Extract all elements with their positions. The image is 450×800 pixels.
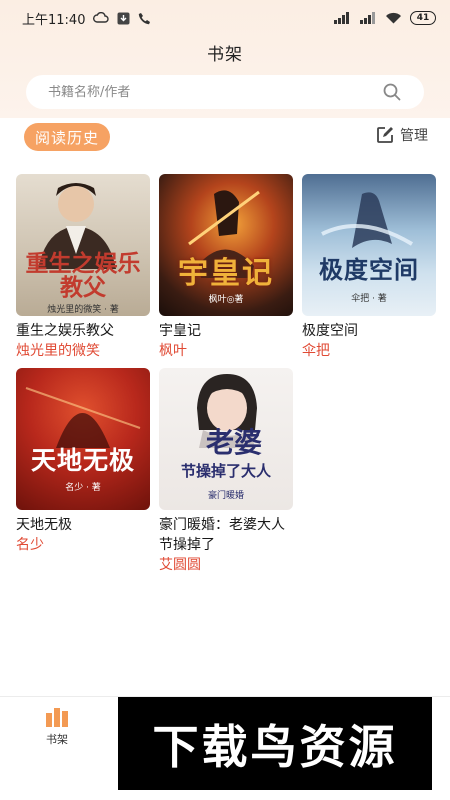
status-time: 上午11:40 xyxy=(22,12,86,28)
search-bar[interactable] xyxy=(26,75,424,109)
book-cover[interactable]: 重生之娱乐教父 烛光里的微笑 · 著 xyxy=(16,174,150,316)
wifi-icon xyxy=(385,12,402,24)
book-author: 伞把 xyxy=(302,343,330,359)
bookshelf-icon xyxy=(45,707,69,727)
book-item[interactable]: 重生之娱乐教父 烛光里的微笑 · 著 重生之娱乐教父 烛光里的微笑 xyxy=(16,174,150,361)
cover-author: 名少 · 著 xyxy=(65,483,101,493)
book-item[interactable]: 老婆 节操掉了大人 豪门暖婚 豪门暖婚：老婆大人节操掉了 艾圆圆 xyxy=(159,368,293,575)
book-cover[interactable]: 极度空间 伞把 · 著 xyxy=(302,174,436,316)
book-item[interactable]: 宇皇记 枫叶◎著 宇皇记 枫叶 xyxy=(159,174,293,361)
call-icon xyxy=(138,12,151,25)
reading-history-button[interactable]: 阅读历史 xyxy=(24,123,111,151)
watermark-banner: 下载鸟资源 xyxy=(118,697,432,790)
manage-label: 管理 xyxy=(400,128,428,144)
cover-author: 烛光里的微笑 · 著 xyxy=(47,305,119,315)
search-input[interactable] xyxy=(48,84,368,100)
book-title: 天地无极 xyxy=(16,517,72,533)
book-author: 枫叶 xyxy=(159,343,187,359)
cover-author: 枫叶◎著 xyxy=(208,295,244,305)
book-author: 艾圆圆 xyxy=(159,557,201,573)
cover-author: 伞把 · 著 xyxy=(351,294,387,304)
book-title: 豪门暖婚：老婆大人节操掉了 xyxy=(159,517,285,553)
book-title: 极度空间 xyxy=(302,323,358,339)
book-author: 烛光里的微笑 xyxy=(16,343,100,359)
nav-tab-bookshelf[interactable]: 书架 xyxy=(30,707,84,747)
book-title: 宇皇记 xyxy=(159,323,201,339)
page-title: 书架 xyxy=(207,45,243,65)
edit-icon xyxy=(376,126,394,144)
status-bar: 上午11:40 41 xyxy=(0,0,450,36)
cover-subtitle: 豪门暖婚 xyxy=(207,491,244,501)
download-icon xyxy=(117,12,130,25)
cover-title-bottom: 节操掉了大人 xyxy=(180,462,271,480)
search-icon[interactable] xyxy=(382,82,402,102)
book-cover[interactable]: 老婆 节操掉了大人 豪门暖婚 xyxy=(159,368,293,510)
signal-icon-2 xyxy=(359,12,377,24)
book-author: 名少 xyxy=(16,537,44,553)
battery-icon: 41 xyxy=(410,11,436,25)
manage-button[interactable]: 管理 xyxy=(376,124,428,146)
book-cover[interactable]: 天地无极 名少 · 著 xyxy=(16,368,150,510)
signal-icon xyxy=(333,12,351,24)
book-title: 重生之娱乐教父 xyxy=(16,323,114,339)
cover-title-top: 老婆 xyxy=(205,426,262,459)
book-item[interactable]: 天地无极 名少 · 著 天地无极 名少 xyxy=(16,368,150,555)
cover-title: 重生之娱乐教父 xyxy=(25,250,141,302)
cover-title: 天地无极 xyxy=(30,446,135,475)
cover-title: 宇皇记 xyxy=(178,256,274,291)
cloud-icon xyxy=(93,12,110,24)
nav-shelf-label: 书架 xyxy=(46,733,68,746)
book-item[interactable]: 极度空间 伞把 · 著 极度空间 伞把 xyxy=(302,174,436,361)
cover-title: 极度空间 xyxy=(319,256,419,284)
book-cover[interactable]: 宇皇记 枫叶◎著 xyxy=(159,174,293,316)
